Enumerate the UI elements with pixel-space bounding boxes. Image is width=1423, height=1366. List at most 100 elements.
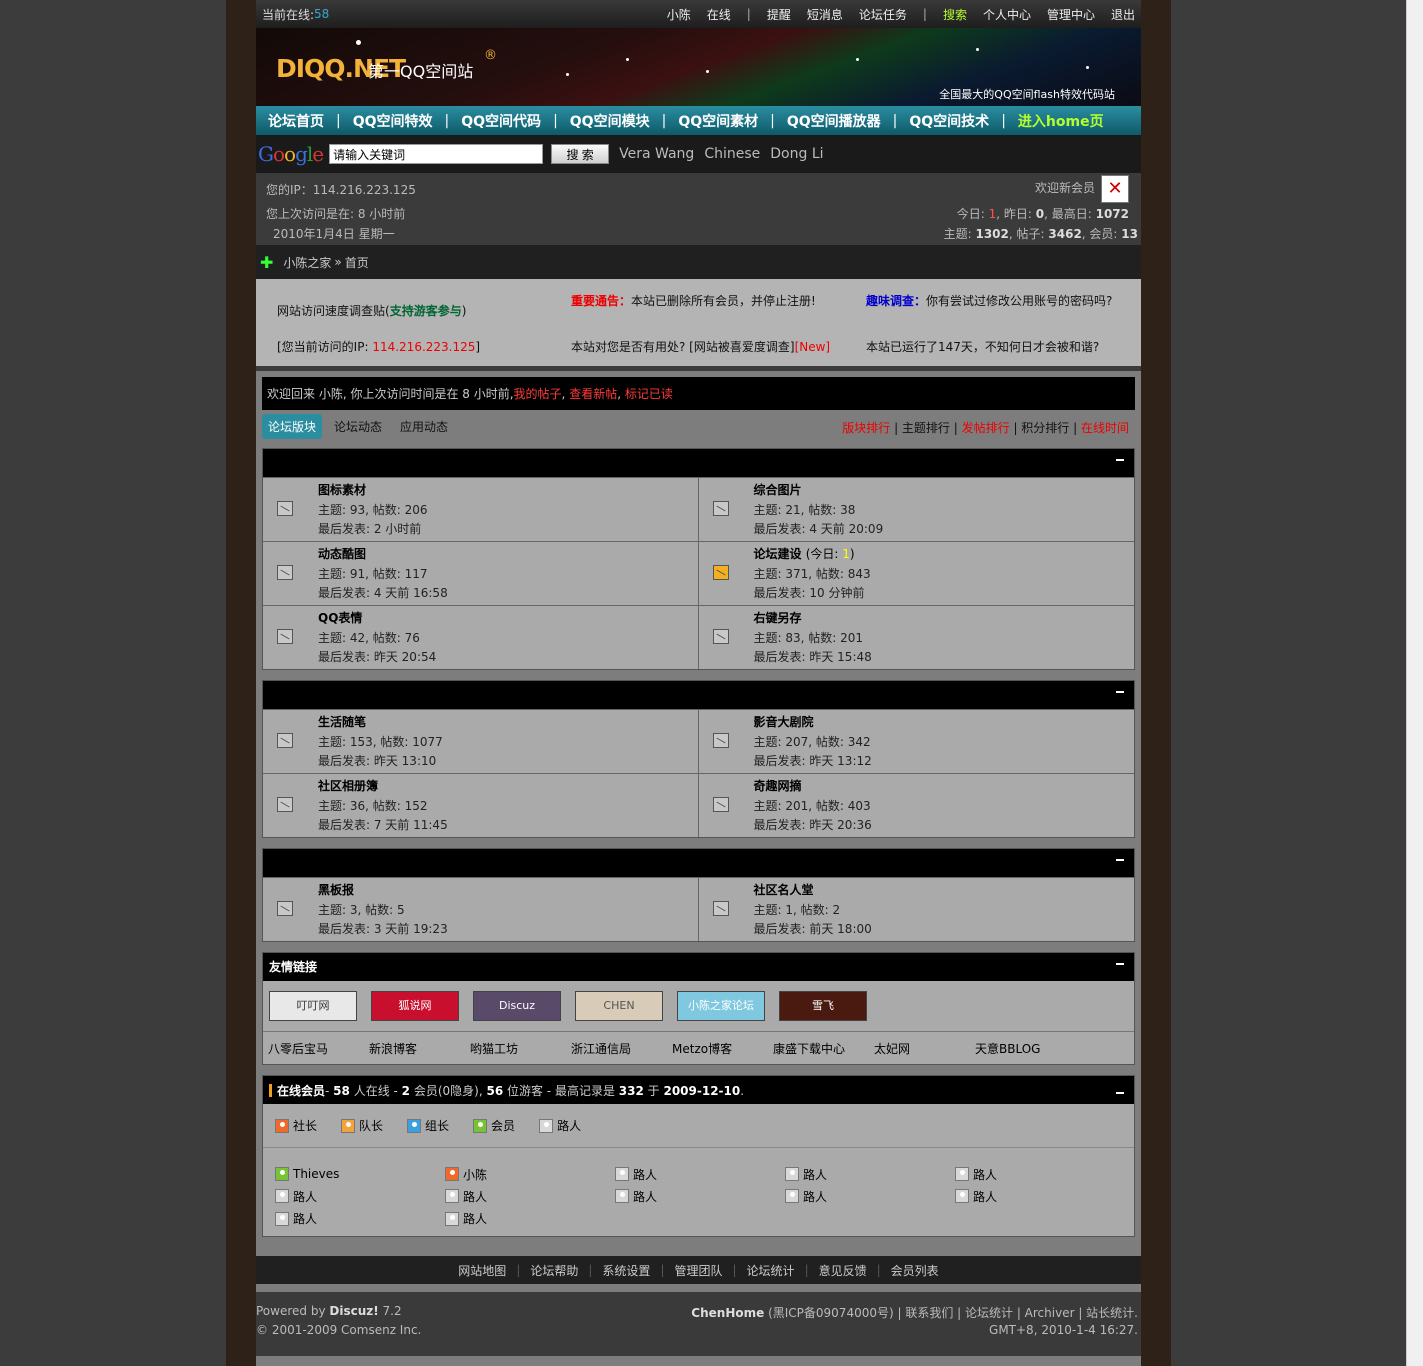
search-link[interactable]: 搜索 <box>943 6 967 23</box>
tab-forums[interactable]: 论坛版块 <box>262 413 323 439</box>
forum-item[interactable]: 右键另存 主题: 83, 帖数: 201 最后发表: 昨天 15:48 <box>699 606 1135 669</box>
online-user[interactable]: Thieves <box>275 1163 445 1185</box>
profile-link[interactable]: 个人中心 <box>983 6 1031 23</box>
online-user[interactable]: 路人 <box>615 1185 785 1207</box>
welcome-new-member[interactable]: 欢迎新会员 <box>1035 179 1095 196</box>
tab-activity[interactable]: 论坛动态 <box>328 414 388 439</box>
nav-forum-home[interactable]: 论坛首页 <box>268 111 324 131</box>
forum-item[interactable]: 奇趣网摘 主题: 201, 帖数: 403 最后发表: 昨天 20:36 <box>699 774 1135 837</box>
forum-item[interactable]: QQ表情 主题: 42, 帖数: 76 最后发表: 昨天 20:54 <box>263 606 699 669</box>
search-tag[interactable]: Dong Li <box>770 146 823 162</box>
user-icon <box>445 1167 459 1181</box>
forum-item[interactable]: 论坛建设 (今日: 1) 主题: 371, 帖数: 843 最后发表: 10 分钟前 <box>699 542 1135 605</box>
search-button[interactable]: 搜 索 <box>551 144 610 164</box>
link-logo[interactable]: 狐说网 <box>371 991 459 1021</box>
forum-item[interactable]: 动态酷图 主题: 91, 帖数: 117 最后发表: 4 天前 16:58 <box>263 542 699 605</box>
nav-code[interactable]: QQ空间代码 <box>461 111 541 131</box>
footer-link[interactable]: 论坛统计 <box>747 1262 795 1279</box>
rank-topics[interactable]: 主题排行 <box>902 421 950 435</box>
announcement-survey[interactable]: 本站对您是否有用处? [网站被喜爱度调查][New] <box>571 338 830 356</box>
forum-item[interactable]: 影音大剧院 主题: 207, 帖数: 342 最后发表: 昨天 13:12 <box>699 710 1135 773</box>
status-link[interactable]: 在线 <box>707 6 731 23</box>
text-link[interactable]: 新浪博客 <box>369 1040 470 1057</box>
link-logo[interactable]: Discuz <box>473 991 561 1021</box>
forum-status-icon <box>712 733 729 748</box>
collapse-icon[interactable] <box>1116 691 1124 693</box>
rank-posts[interactable]: 发帖排行 <box>962 421 1010 435</box>
text-link[interactable]: Metzo博客 <box>672 1040 773 1057</box>
footer-link[interactable]: 管理团队 <box>674 1262 722 1279</box>
online-user[interactable]: 路人 <box>275 1208 445 1230</box>
nav-materials[interactable]: QQ空间素材 <box>678 111 758 131</box>
my-posts-link[interactable]: 我的帖子 <box>514 385 562 402</box>
collapse-icon[interactable] <box>1116 459 1124 461</box>
admin-link[interactable]: 管理中心 <box>1047 6 1095 23</box>
forum-item[interactable]: 图标素材 主题: 93, 帖数: 206 最后发表: 2 小时前 <box>263 478 699 541</box>
text-link[interactable]: 天意BBLOG <box>975 1040 1076 1057</box>
online-user[interactable]: 路人 <box>955 1185 1125 1207</box>
remind-link[interactable]: 提醒 <box>767 6 791 23</box>
discuz-link[interactable]: Discuz! <box>329 1304 378 1318</box>
forum-item[interactable]: 社区相册簿 主题: 36, 帖数: 152 最后发表: 7 天前 11:45 <box>263 774 699 837</box>
announcement-fun-survey[interactable]: 趣味调查：你有尝试过修改公用账号的密码吗? <box>866 292 1116 310</box>
nav-effects[interactable]: QQ空间特效 <box>353 111 433 131</box>
link-logo[interactable]: 雪飞 <box>779 991 867 1021</box>
forum-status-icon <box>277 733 293 748</box>
forum-status-icon <box>712 901 729 916</box>
search-tag[interactable]: Chinese <box>704 146 760 162</box>
footer-link[interactable]: 会员列表 <box>891 1262 939 1279</box>
nav-modules[interactable]: QQ空间模块 <box>570 111 650 131</box>
messages-link[interactable]: 短消息 <box>807 6 843 23</box>
nav-player[interactable]: QQ空间播放器 <box>787 111 881 131</box>
text-link[interactable]: 八零后宝马 <box>268 1040 369 1057</box>
mark-read-link[interactable]: 标记已读 <box>625 385 673 402</box>
footer-link[interactable]: 论坛帮助 <box>530 1262 578 1279</box>
collapse-icon[interactable] <box>1116 963 1124 965</box>
forum-item[interactable]: 综合图片 主题: 21, 帖数: 38 最后发表: 4 天前 20:09 <box>699 478 1135 541</box>
online-user[interactable]: 小陈 <box>445 1163 615 1185</box>
footer-link[interactable]: 网站地图 <box>458 1262 506 1279</box>
online-user[interactable]: 路人 <box>955 1163 1125 1185</box>
announcement-speed-survey[interactable]: 网站访问速度调查贴(支持游客参与) <box>277 302 466 320</box>
nav-home[interactable]: 进入home页 <box>1018 111 1104 131</box>
online-user[interactable]: 路人 <box>785 1163 955 1185</box>
nav-tech[interactable]: QQ空间技术 <box>909 111 989 131</box>
plus-icon[interactable]: ✚ <box>260 253 273 272</box>
text-link[interactable]: 康盛下载中心 <box>773 1040 874 1057</box>
footer-link[interactable]: 意见反馈 <box>819 1262 867 1279</box>
collapse-icon[interactable] <box>1116 859 1124 861</box>
online-user[interactable]: 路人 <box>445 1208 615 1230</box>
server-time: GMT+8, 2010-1-4 16:27. <box>989 1323 1138 1337</box>
rank-online[interactable]: 在线时间 <box>1081 421 1129 435</box>
announcement-notice[interactable]: 重要通告：本站已删除所有会员，并停止注册! <box>571 292 816 310</box>
online-user[interactable]: 路人 <box>275 1185 445 1207</box>
scrollbar[interactable] <box>1406 0 1423 1366</box>
rank-forums[interactable]: 版块排行 <box>842 421 890 435</box>
online-user[interactable]: 路人 <box>445 1185 615 1207</box>
forum-item[interactable]: 社区名人堂 主题: 1, 帖数: 2 最后发表: 前天 18:00 <box>699 878 1135 941</box>
tab-apps[interactable]: 应用动态 <box>394 414 454 439</box>
text-link[interactable]: 浙江通信局 <box>571 1040 672 1057</box>
user-icon <box>955 1167 969 1181</box>
tasks-link[interactable]: 论坛任务 <box>859 6 907 23</box>
search-tag[interactable]: Vera Wang <box>619 146 694 162</box>
user-link[interactable]: 小陈 <box>667 6 691 23</box>
online-user[interactable]: 路人 <box>785 1185 955 1207</box>
footer-link[interactable]: 系统设置 <box>602 1262 650 1279</box>
collapse-icon[interactable] <box>1116 1092 1124 1094</box>
rank-credits[interactable]: 积分排行 <box>1021 421 1069 435</box>
new-posts-link[interactable]: 查看新帖 <box>569 385 617 402</box>
forum-item[interactable]: 黑板报 主题: 3, 帖数: 5 最后发表: 3 天前 19:23 <box>263 878 699 941</box>
online-user[interactable]: 路人 <box>615 1163 785 1185</box>
text-link[interactable]: 太妃网 <box>874 1040 975 1057</box>
link-logo[interactable]: 叮叮网 <box>269 991 357 1021</box>
link-logo[interactable]: 小陈之家论坛 <box>677 991 765 1021</box>
forum-item[interactable]: 生活随笔 主题: 153, 帖数: 1077 最后发表: 昨天 13:10 <box>263 710 699 773</box>
breadcrumb-home[interactable]: 小陈之家 <box>283 254 331 271</box>
search-input[interactable] <box>329 144 544 164</box>
text-link[interactable]: 哟猫工坊 <box>470 1040 571 1057</box>
close-icon[interactable]: ✕ <box>1101 175 1129 203</box>
link-logo[interactable]: CHEN <box>575 991 663 1021</box>
logout-link[interactable]: 退出 <box>1111 6 1135 23</box>
online-members-title: 在线会员 <box>277 1083 326 1098</box>
